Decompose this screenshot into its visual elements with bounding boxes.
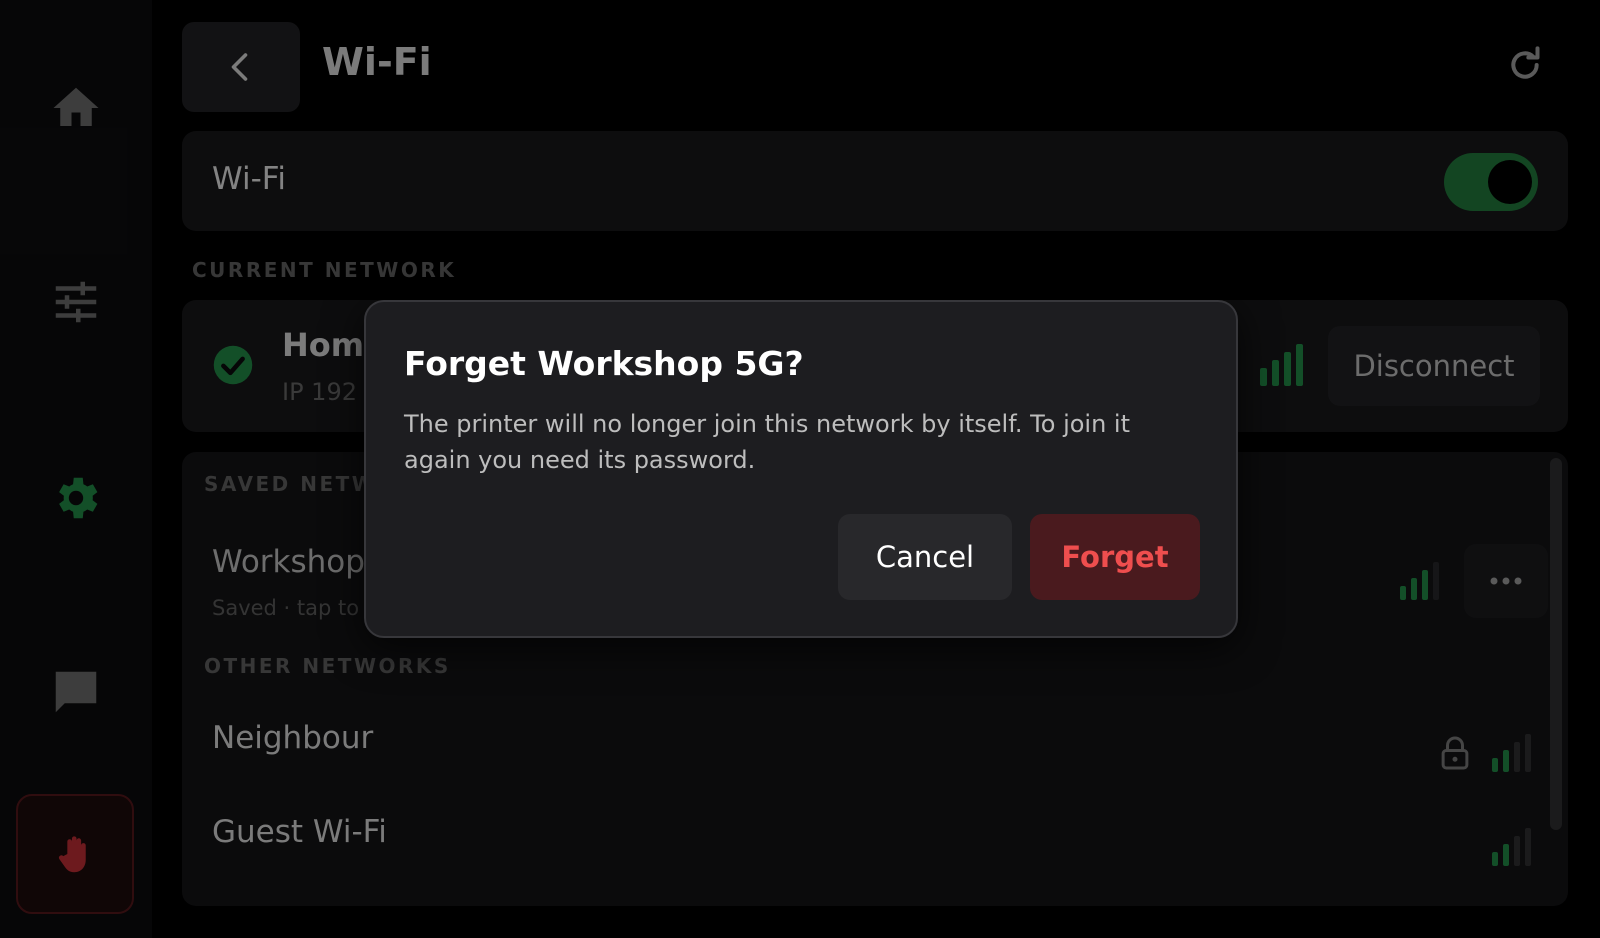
forget-network-dialog: Forget Workshop 5G? The printer will no …	[364, 300, 1238, 638]
cancel-button[interactable]: Cancel	[838, 514, 1012, 600]
forget-button[interactable]: Forget	[1030, 514, 1200, 600]
dialog-message: The printer will no longer join this net…	[404, 410, 1131, 474]
dialog-title: Forget Workshop 5G?	[404, 344, 804, 383]
